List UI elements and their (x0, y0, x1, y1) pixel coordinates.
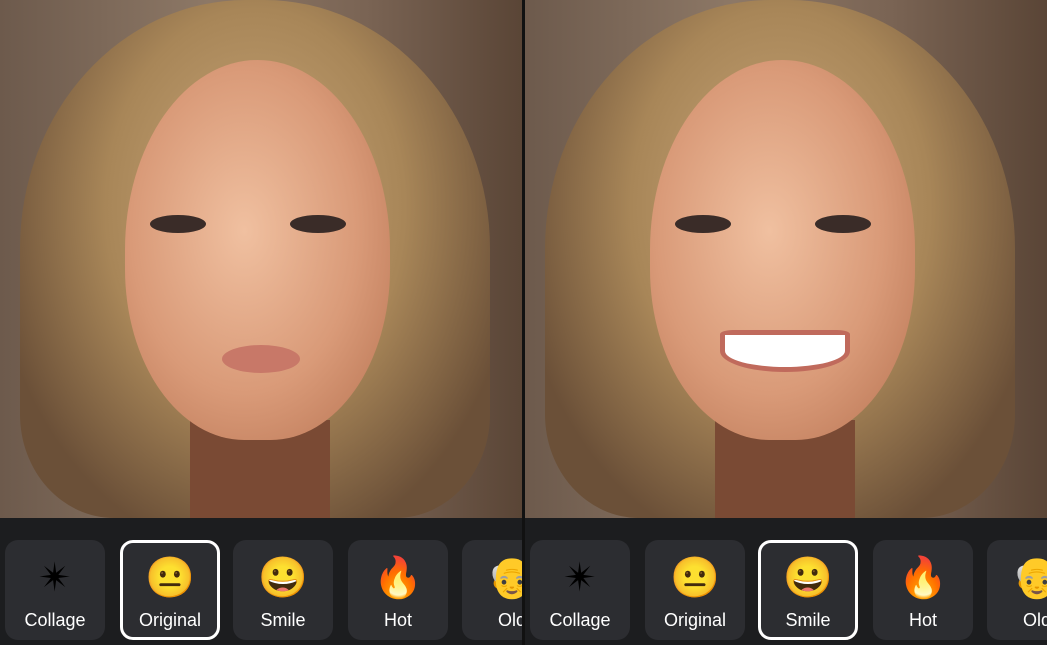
filter-old-button[interactable]: 👴 Old (462, 540, 522, 640)
filter-original-button[interactable]: 😐 Original (645, 540, 745, 640)
filter-label: Hot (383, 610, 412, 630)
filter-label: Collage (24, 610, 86, 630)
filter-label: Old (1022, 610, 1047, 630)
filter-hot-button[interactable]: 🔥 Hot (873, 540, 973, 640)
neutral-face-icon: 😐 (145, 556, 195, 600)
filter-label: Smile (260, 610, 306, 630)
filter-smile-button[interactable]: 😀 Smile (233, 540, 333, 640)
sparkle-star-icon: ✴ (38, 556, 72, 600)
filter-collage-button[interactable]: ✴ Collage (530, 540, 630, 640)
filter-bar: ✴ Collage 😐 Original 😀 Smile 🔥 Hot 👴 Old (525, 518, 1047, 645)
fire-icon: 🔥 (373, 556, 423, 600)
old-man-icon: 👴 (1012, 556, 1047, 600)
grinning-face-icon: 😀 (783, 556, 833, 600)
filter-old-button[interactable]: 👴 Old (987, 540, 1047, 640)
fire-icon: 🔥 (898, 556, 948, 600)
filter-bar: ✴ Collage 😐 Original 😀 Smile 🔥 Hot 👴 Old (0, 518, 522, 645)
filter-original-button[interactable]: 😐 Original (120, 540, 220, 640)
sparkle-star-icon: ✴ (563, 556, 597, 600)
filter-label: Old (497, 610, 522, 630)
neutral-face-icon: 😐 (670, 556, 720, 600)
portrait-photo-original (0, 0, 522, 518)
left-panel-original: ✴ Collage 😐 Original 😀 Smile 🔥 Hot 👴 Old (0, 0, 522, 645)
filter-label: Hot (908, 610, 937, 630)
filter-smile-button[interactable]: 😀 Smile (758, 540, 858, 640)
filter-label: Original (138, 610, 202, 630)
portrait-photo-smile (525, 0, 1047, 518)
filter-label: Smile (785, 610, 831, 630)
right-panel-smile: ✴ Collage 😐 Original 😀 Smile 🔥 Hot 👴 Old (525, 0, 1047, 645)
old-man-icon: 👴 (487, 556, 522, 600)
grinning-face-icon: 😀 (258, 556, 308, 600)
filter-label: Original (663, 610, 727, 630)
filter-label: Collage (549, 610, 611, 630)
filter-collage-button[interactable]: ✴ Collage (5, 540, 105, 640)
filter-hot-button[interactable]: 🔥 Hot (348, 540, 448, 640)
